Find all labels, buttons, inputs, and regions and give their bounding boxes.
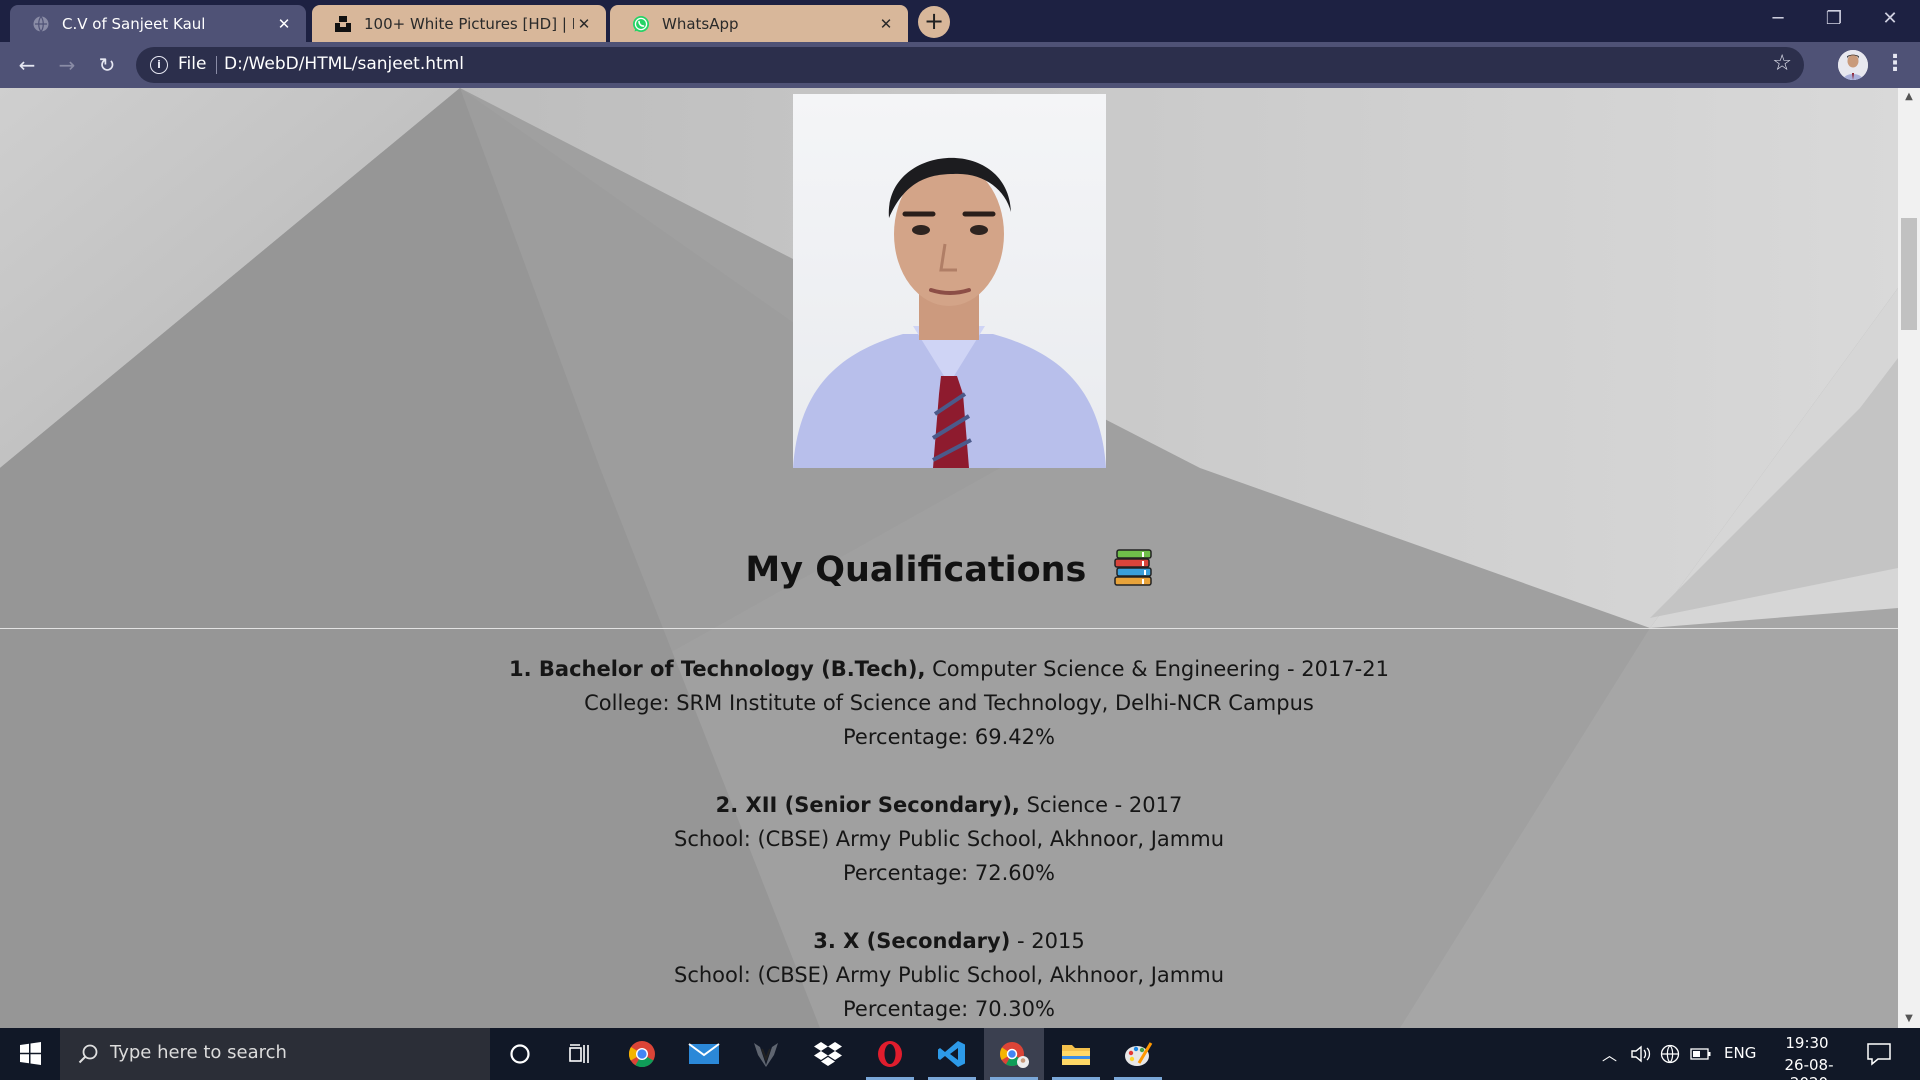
cortana-icon bbox=[510, 1044, 530, 1064]
tray-overflow-chevron-icon[interactable]: ︿ bbox=[1602, 1044, 1617, 1065]
tab-title: 100+ White Pictures [HD] | Down bbox=[364, 14, 574, 33]
game-icon bbox=[754, 1043, 778, 1067]
close-tab-icon[interactable]: ✕ bbox=[876, 15, 896, 33]
scroll-thumb[interactable] bbox=[1901, 218, 1917, 330]
task-view-button[interactable] bbox=[550, 1028, 610, 1080]
mail-app[interactable] bbox=[674, 1028, 734, 1080]
forward-button[interactable]: → bbox=[52, 50, 82, 80]
qualification-institution: School: (CBSE) Army Public School, Akhno… bbox=[673, 963, 1225, 987]
cortana-button[interactable] bbox=[490, 1028, 550, 1080]
tab-title: C.V of Sanjeet Kaul bbox=[62, 14, 206, 33]
windows-taskbar: Type here to search ︿ ENG 19:30 26-08-20… bbox=[0, 1028, 1920, 1080]
new-tab-button[interactable]: + bbox=[918, 6, 950, 38]
opera-app[interactable] bbox=[860, 1028, 920, 1080]
file-explorer-app[interactable] bbox=[1046, 1028, 1106, 1080]
minimize-button[interactable]: ─ bbox=[1750, 0, 1806, 40]
search-icon bbox=[78, 1044, 98, 1064]
browser-menu-button[interactable]: ⋮ bbox=[1880, 50, 1910, 80]
battery-icon[interactable] bbox=[1690, 1047, 1712, 1061]
qualification-title: 3. X (Secondary) bbox=[813, 929, 1011, 953]
close-window-button[interactable]: ✕ bbox=[1862, 0, 1918, 40]
qualification-percentage: Percentage: 72.60% bbox=[843, 861, 1055, 885]
avatar-image bbox=[1838, 50, 1868, 80]
qualification-xii: 2. XII (Senior Secondary), Science - 201… bbox=[0, 788, 1898, 890]
taskbar-search[interactable]: Type here to search bbox=[60, 1028, 490, 1080]
start-button[interactable] bbox=[0, 1028, 60, 1080]
clock-date[interactable]: 26-08-2020 bbox=[1766, 1056, 1852, 1080]
heading-text: My Qualifications bbox=[745, 550, 1087, 590]
tab-title: WhatsApp bbox=[662, 14, 739, 33]
back-button[interactable]: ← bbox=[12, 50, 42, 80]
books-icon bbox=[1113, 549, 1152, 586]
search-placeholder: Type here to search bbox=[110, 1042, 287, 1063]
address-scheme-label: File bbox=[178, 54, 207, 74]
globe-icon bbox=[33, 15, 49, 32]
tab-white-pictures[interactable]: 100+ White Pictures [HD] | Down ✕ bbox=[312, 5, 606, 42]
page-viewport: My Qualifications 1. Bachelor of Technol… bbox=[0, 88, 1898, 1028]
language-indicator[interactable]: ENG bbox=[1724, 1044, 1756, 1062]
qualification-btech: 1. Bachelor of Technology (B.Tech), Comp… bbox=[0, 652, 1898, 754]
qualification-percentage: Percentage: 70.30% bbox=[843, 997, 1055, 1021]
chrome-app[interactable] bbox=[612, 1028, 672, 1080]
tab-cv-sanjeet-kaul[interactable]: C.V of Sanjeet Kaul ✕ bbox=[10, 5, 306, 42]
site-info-icon[interactable]: i bbox=[150, 56, 168, 74]
task-view-icon bbox=[569, 1044, 589, 1063]
windows-logo-icon bbox=[20, 1042, 41, 1065]
address-url[interactable]: D:/WebD/HTML/sanjeet.html bbox=[224, 54, 464, 74]
qualification-detail: Science - 2017 bbox=[1019, 793, 1183, 817]
restore-button[interactable]: ❐ bbox=[1806, 0, 1862, 40]
paint-icon bbox=[1125, 1042, 1153, 1066]
scroll-down-arrow[interactable]: ▼ bbox=[1898, 1010, 1920, 1028]
vscode-app[interactable] bbox=[922, 1028, 982, 1080]
page-scrollbar[interactable]: ▲ ▼ bbox=[1898, 88, 1920, 1028]
bookmark-star-icon[interactable]: ☆ bbox=[1772, 51, 1792, 76]
address-bar[interactable]: i File D:/WebD/HTML/sanjeet.html ☆ bbox=[136, 47, 1804, 83]
chrome-icon bbox=[628, 1041, 655, 1068]
qualification-institution: College: SRM Institute of Science and Te… bbox=[584, 691, 1314, 715]
volume-icon[interactable] bbox=[1630, 1045, 1652, 1063]
dropbox-icon bbox=[814, 1042, 842, 1066]
chrome-profile-icon bbox=[1000, 1042, 1029, 1068]
address-separator bbox=[216, 56, 217, 74]
notifications-icon[interactable] bbox=[1866, 1042, 1892, 1066]
chrome-profile-app[interactable] bbox=[984, 1028, 1044, 1080]
qualification-x: 3. X (Secondary) - 2015 School: (CBSE) A… bbox=[0, 924, 1898, 1026]
profile-avatar[interactable] bbox=[1838, 50, 1868, 80]
section-divider bbox=[0, 628, 1898, 629]
qualification-institution: School: (CBSE) Army Public School, Akhno… bbox=[673, 827, 1225, 851]
qualifications-heading: My Qualifications bbox=[0, 547, 1898, 590]
mail-icon bbox=[688, 1043, 720, 1064]
paint-app[interactable] bbox=[1108, 1028, 1168, 1080]
file-explorer-icon bbox=[1062, 1045, 1090, 1065]
whatsapp-icon bbox=[633, 15, 649, 32]
qualification-title: 1. Bachelor of Technology (B.Tech), bbox=[509, 657, 926, 681]
dropbox-app[interactable] bbox=[798, 1028, 858, 1080]
vscode-icon bbox=[938, 1041, 965, 1067]
opera-icon bbox=[878, 1041, 902, 1067]
tab-strip: C.V of Sanjeet Kaul ✕ 100+ White Picture… bbox=[0, 0, 1920, 42]
scroll-up-arrow[interactable]: ▲ bbox=[1898, 88, 1920, 106]
game-app[interactable] bbox=[736, 1028, 796, 1080]
network-globe-icon[interactable] bbox=[1660, 1044, 1680, 1064]
profile-photo bbox=[793, 94, 1106, 468]
qualification-title: 2. XII (Senior Secondary), bbox=[715, 793, 1020, 817]
clock-time[interactable]: 19:30 bbox=[1772, 1034, 1842, 1052]
unsplash-icon bbox=[335, 15, 351, 32]
close-tab-icon[interactable]: ✕ bbox=[574, 15, 594, 33]
qualification-detail: - 2015 bbox=[1010, 929, 1085, 953]
qualification-percentage: Percentage: 69.42% bbox=[843, 725, 1055, 749]
reload-button[interactable]: ↻ bbox=[92, 50, 122, 80]
qualification-detail: Computer Science & Engineering - 2017-21 bbox=[925, 657, 1389, 681]
close-tab-icon[interactable]: ✕ bbox=[274, 15, 294, 33]
tab-whatsapp[interactable]: WhatsApp ✕ bbox=[610, 5, 908, 42]
browser-toolbar: ← → ↻ i File D:/WebD/HTML/sanjeet.html ☆… bbox=[0, 42, 1920, 88]
